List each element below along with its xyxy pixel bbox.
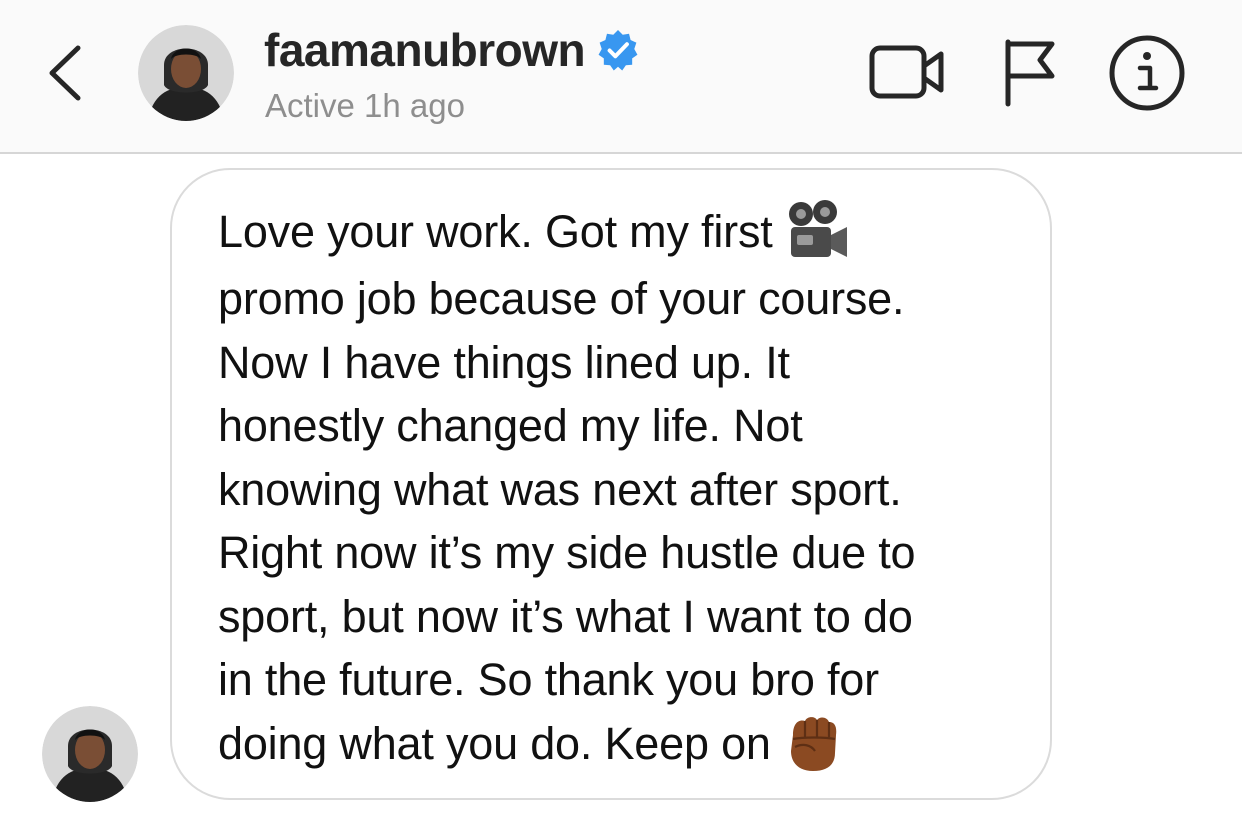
active-status: Active 1h ago [265,87,465,124]
verified-badge-icon [598,30,638,71]
profile-avatar[interactable] [138,25,234,121]
sender-avatar[interactable] [42,706,138,802]
message-line: knowing what was next after sport. [218,463,902,515]
message-line: in the future. So thank you bro for [218,654,879,706]
message-line: honestly changed my life. Not [218,400,803,452]
message-line: Love your work. Got my first [218,200,1010,267]
chat-header: faamanubrown Active 1h ago [0,0,1242,154]
back-chevron-icon[interactable] [38,38,94,108]
raised-fist-emoji-icon [790,716,836,771]
message-line: doing what you do. Keep on [218,712,1010,777]
message-bubble[interactable]: Love your work. Got my first promo job b… [170,168,1052,800]
video-camera-icon[interactable] [868,40,946,104]
username[interactable]: faamanubrown [264,24,586,76]
message-line: promo job because of your course. [218,273,905,325]
message-line: sport, but now it’s what I want to do [218,590,913,642]
message-line: Right now it’s my side hustle due to [218,527,916,579]
username-row[interactable]: faamanubrown [264,24,639,76]
movie-camera-emoji-icon [788,200,847,258]
message-line: Now I have things lined up. It [218,336,790,388]
flag-icon[interactable] [998,36,1060,108]
info-icon[interactable] [1108,34,1186,112]
